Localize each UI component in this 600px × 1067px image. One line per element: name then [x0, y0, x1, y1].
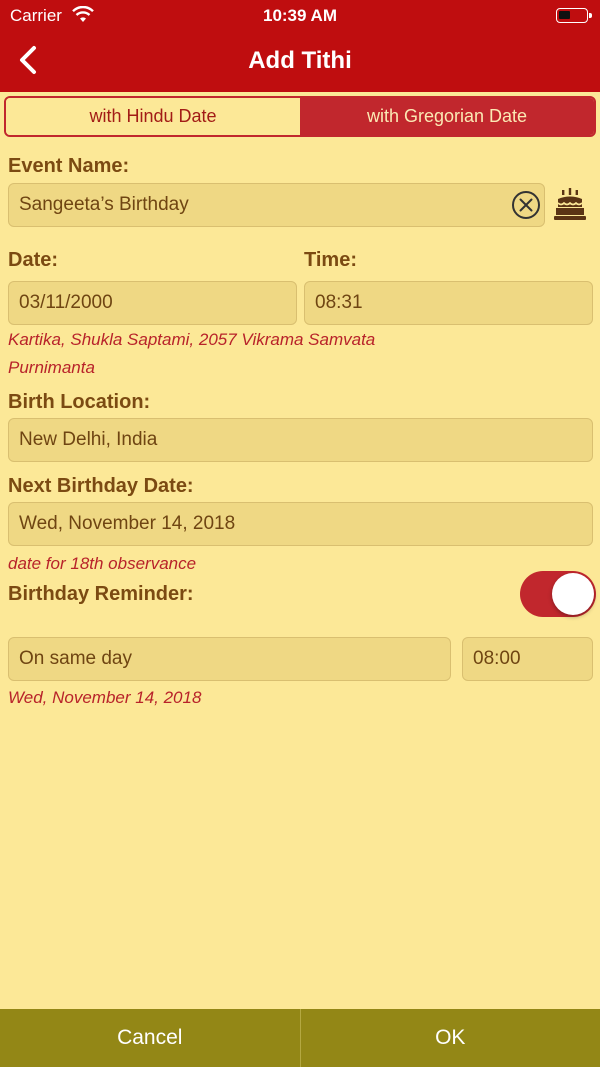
birth-location-input[interactable]: New Delhi, India	[8, 418, 593, 462]
clear-circle-icon	[512, 191, 540, 219]
status-time: 10:39 AM	[262, 6, 337, 25]
reminder-time-field[interactable]: 08:00	[462, 637, 593, 681]
status-bar: Carrier 10:39 AM	[0, 0, 600, 32]
cake-button[interactable]	[552, 186, 588, 222]
date-type-segmented-control: with Hindu Date with Gregorian Date	[4, 96, 596, 137]
date-input[interactable]: 03/11/2000	[8, 281, 297, 325]
segment-gregorian-date[interactable]: with Gregorian Date	[300, 98, 594, 135]
birthday-reminder-label: Birthday Reminder:	[8, 583, 194, 605]
reminder-date-note: Wed, November 14, 2018	[8, 688, 202, 707]
next-birthday-label: Next Birthday Date:	[8, 475, 194, 497]
page-title: Add Tithi	[248, 47, 352, 74]
header-bar: Carrier 10:39 AM Add Tithi	[0, 0, 600, 92]
ok-button[interactable]: OK	[301, 1009, 600, 1067]
segment-hindu-date[interactable]: with Hindu Date	[6, 98, 300, 135]
event-name-input[interactable]: Sangeeta’s Birthday	[8, 183, 545, 227]
hindu-date-line1: Kartika, Shukla Saptami, 2057 Vikrama Sa…	[8, 330, 376, 349]
time-label: Time:	[304, 249, 357, 271]
clear-button[interactable]	[511, 190, 541, 220]
event-name-label: Event Name:	[8, 155, 130, 177]
cancel-button[interactable]: Cancel	[0, 1009, 301, 1067]
hindu-date-line2: Purnimanta	[8, 358, 95, 377]
navigation-bar: Add Tithi	[0, 32, 600, 92]
time-input[interactable]: 08:31	[304, 281, 593, 325]
reminder-toggle[interactable]	[520, 571, 596, 617]
birth-location-label: Birth Location:	[8, 391, 151, 413]
reminder-day-field[interactable]: On same day	[8, 637, 451, 681]
birthday-cake-icon	[554, 188, 586, 220]
bottom-action-bar: Cancel OK	[0, 1009, 600, 1067]
battery-icon	[556, 8, 592, 23]
date-label: Date:	[8, 249, 59, 271]
next-birthday-field[interactable]: Wed, November 14, 2018	[8, 502, 593, 546]
observance-note: date for 18th observance	[8, 554, 197, 573]
